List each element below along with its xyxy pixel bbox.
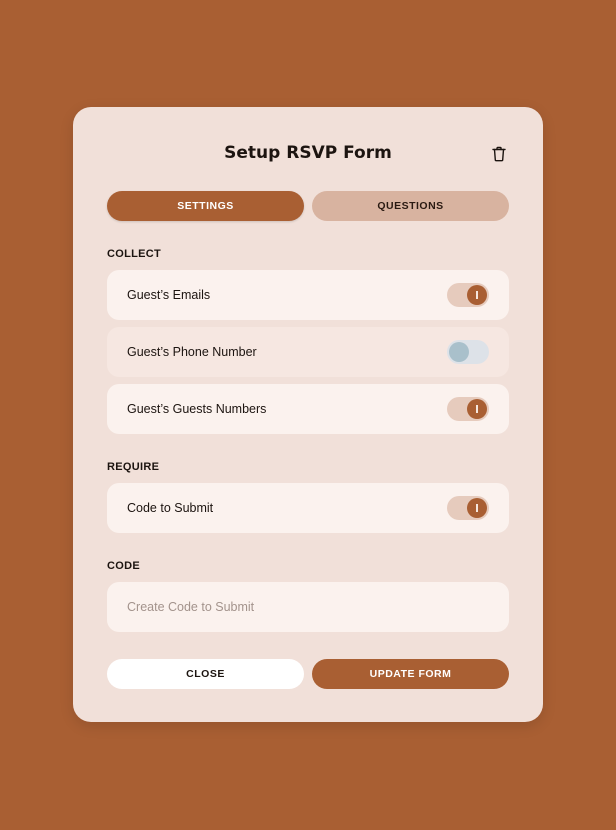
trash-icon[interactable] xyxy=(489,144,509,164)
code-input[interactable] xyxy=(107,582,509,632)
toggle-knob xyxy=(467,285,487,305)
collect-section-label: COLLECT xyxy=(107,248,162,260)
toggle-knob xyxy=(467,399,487,419)
toggle-knob xyxy=(449,342,469,362)
code-section-label: CODE xyxy=(107,560,140,572)
collect-guests-toggle[interactable] xyxy=(447,397,489,421)
collect-emails-label: Guest’s Emails xyxy=(127,288,211,302)
rsvp-setup-modal: Setup RSVP Form SETTINGS QUESTIONS COLLE… xyxy=(73,107,543,722)
collect-guests-label: Guest’s Guests Numbers xyxy=(127,402,267,416)
update-form-button[interactable]: UPDATE FORM xyxy=(312,659,509,689)
collect-phone-label: Guest’s Phone Number xyxy=(127,345,257,359)
require-code-label: Code to Submit xyxy=(127,501,214,515)
close-button[interactable]: CLOSE xyxy=(107,659,304,689)
modal-title: Setup RSVP Form xyxy=(224,143,392,163)
collect-guests-row: Guest’s Guests Numbers xyxy=(107,384,509,434)
tab-settings[interactable]: SETTINGS xyxy=(107,191,304,221)
toggle-knob xyxy=(467,498,487,518)
collect-phone-row: Guest’s Phone Number xyxy=(107,327,509,377)
collect-emails-toggle[interactable] xyxy=(447,283,489,307)
collect-emails-row: Guest’s Emails xyxy=(107,270,509,320)
require-section-label: REQUIRE xyxy=(107,461,160,473)
require-code-row: Code to Submit xyxy=(107,483,509,533)
tab-questions[interactable]: QUESTIONS xyxy=(312,191,509,221)
collect-phone-toggle[interactable] xyxy=(447,340,489,364)
require-code-toggle[interactable] xyxy=(447,496,489,520)
